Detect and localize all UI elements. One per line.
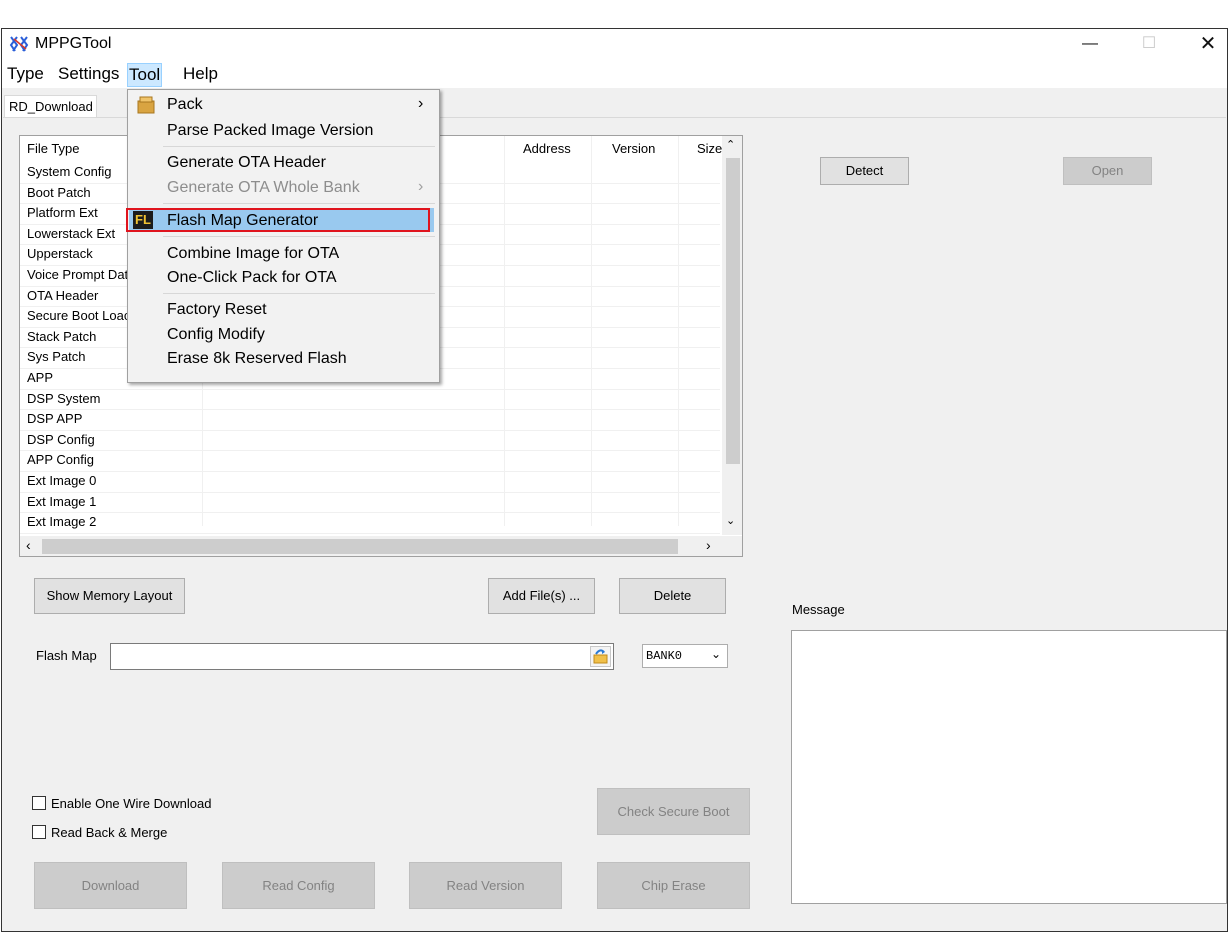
menu-separator — [163, 293, 435, 294]
menu-type[interactable]: Type — [6, 63, 45, 85]
file-type-cell: System Config — [27, 164, 112, 179]
menu-separator — [163, 203, 435, 204]
file-type-cell: Secure Boot Loac — [27, 308, 131, 324]
menu-item-one-click-pack-for-ota[interactable]: One-Click Pack for OTA — [167, 269, 337, 287]
file-type-cell: APP — [27, 370, 54, 385]
message-box[interactable] — [791, 630, 1227, 904]
menu-item-factory-reset[interactable]: Factory Reset — [167, 301, 267, 319]
scroll-down-icon[interactable]: ⌄ — [726, 514, 735, 527]
minimize-icon[interactable]: — — [1068, 31, 1112, 57]
submenu-arrow-icon: › — [418, 95, 424, 112]
menu-item-pack[interactable]: Pack — [167, 96, 203, 114]
chip-erase-button[interactable]: Chip Erase — [597, 862, 750, 909]
scroll-left-icon[interactable]: ‹ — [26, 537, 31, 553]
bank-select-value: BANK0 — [646, 649, 683, 663]
enable-one-wire-checkbox[interactable] — [32, 796, 46, 810]
read-back-merge-checkbox[interactable] — [32, 825, 46, 839]
menu-help[interactable]: Help — [182, 63, 219, 85]
menu-settings[interactable]: Settings — [57, 63, 120, 85]
menu-separator — [163, 146, 435, 147]
table-row[interactable]: APP Config — [20, 450, 720, 472]
file-type-cell: Lowerstack Ext — [27, 225, 116, 241]
download-button[interactable]: Download — [34, 862, 187, 909]
file-type-cell: Voice Prompt Dat — [27, 267, 129, 282]
title-bar: MPPGTool — ☐ ✕ — [2, 29, 1227, 60]
menu-item-flash-map-generator[interactable]: Flash Map Generator — [167, 212, 318, 230]
file-type-cell: DSP APP — [27, 411, 83, 427]
table-row[interactable]: DSP System — [20, 389, 720, 411]
delete-button[interactable]: Delete — [619, 578, 726, 614]
file-type-cell: DSP System — [27, 390, 101, 406]
menu-item-generate-ota-whole-bank[interactable]: Generate OTA Whole Bank — [167, 179, 360, 197]
table-row[interactable]: Ext Image 0 — [20, 471, 720, 493]
flash-map-generator-icon: FL — [133, 211, 153, 229]
tool-menu-dropdown: Pack › Parse Packed Image Version Genera… — [126, 89, 440, 383]
maximize-icon[interactable]: ☐ — [1127, 31, 1171, 57]
file-type-cell: Platform Ext — [27, 205, 98, 221]
read-back-merge-label[interactable]: Read Back & Merge — [51, 825, 167, 840]
menu-item-config-modify[interactable]: Config Modify — [167, 326, 265, 344]
window-title: MPPGTool — [35, 35, 112, 52]
read-config-button[interactable]: Read Config — [222, 862, 375, 909]
table-row[interactable]: DSP APP — [20, 409, 720, 431]
vertical-scroll-thumb[interactable] — [726, 158, 740, 464]
detect-button[interactable]: Detect — [820, 157, 909, 185]
file-type-cell: Ext Image 1 — [27, 493, 97, 509]
add-files-button[interactable]: Add File(s) ... — [488, 578, 595, 614]
chevron-down-icon[interactable]: ⌄ — [711, 647, 721, 661]
browse-folder-icon[interactable] — [590, 646, 611, 667]
file-type-cell: APP Config — [27, 452, 94, 468]
table-row[interactable]: DSP Config — [20, 430, 720, 452]
file-type-cell: OTA Header — [27, 287, 99, 303]
close-icon[interactable]: ✕ — [1186, 31, 1230, 57]
file-type-cell: Ext Image 0 — [27, 473, 97, 488]
column-file-type[interactable]: File Type — [27, 136, 80, 162]
menu-item-parse-packed-image-version[interactable]: Parse Packed Image Version — [167, 122, 373, 140]
app-logo-icon — [9, 35, 31, 56]
submenu-arrow-icon: › — [418, 178, 424, 195]
file-type-cell: DSP Config — [27, 431, 95, 447]
file-type-cell: Upperstack — [27, 246, 93, 262]
table-row[interactable]: Ext Image 2 — [20, 512, 720, 534]
scroll-right-icon[interactable]: › — [706, 537, 711, 553]
column-size[interactable]: Size — [697, 136, 722, 162]
scroll-up-icon[interactable]: ⌃ — [726, 138, 735, 151]
message-label: Message — [792, 602, 845, 617]
file-type-cell: Sys Patch — [27, 349, 86, 365]
read-version-button[interactable]: Read Version — [409, 862, 562, 909]
column-version[interactable]: Version — [612, 136, 655, 162]
flash-map-label: Flash Map — [36, 648, 97, 663]
horizontal-scrollbar[interactable]: ‹ › — [20, 536, 742, 556]
open-button[interactable]: Open — [1063, 157, 1152, 185]
check-secure-boot-button[interactable]: Check Secure Boot — [597, 788, 750, 835]
menu-bar: Type Settings Tool Help — [2, 60, 1227, 88]
vertical-scrollbar[interactable]: ⌃ ⌄ — [722, 136, 742, 535]
table-row[interactable]: Ext Image 1 — [20, 492, 720, 514]
horizontal-scroll-thumb[interactable] — [42, 539, 678, 554]
column-address[interactable]: Address — [523, 136, 571, 162]
flash-map-input[interactable] — [110, 643, 614, 670]
menu-item-erase-8k-reserved-flash[interactable]: Erase 8k Reserved Flash — [167, 350, 347, 368]
file-type-cell: Ext Image 2 — [27, 514, 97, 530]
menu-separator — [163, 236, 435, 237]
menu-item-combine-image-for-ota[interactable]: Combine Image for OTA — [167, 245, 339, 263]
enable-one-wire-label[interactable]: Enable One Wire Download — [51, 796, 211, 811]
show-memory-layout-button[interactable]: Show Memory Layout — [34, 578, 185, 614]
menu-item-generate-ota-header[interactable]: Generate OTA Header — [167, 154, 326, 172]
menu-tool[interactable]: Tool — [127, 63, 163, 87]
tab-rd-download[interactable]: RD_Download — [4, 95, 97, 117]
pack-icon — [136, 95, 156, 118]
file-type-cell: Boot Patch — [27, 184, 91, 200]
bank-select[interactable]: BANK0 ⌄ — [642, 644, 728, 668]
file-type-cell: Stack Patch — [27, 328, 97, 344]
